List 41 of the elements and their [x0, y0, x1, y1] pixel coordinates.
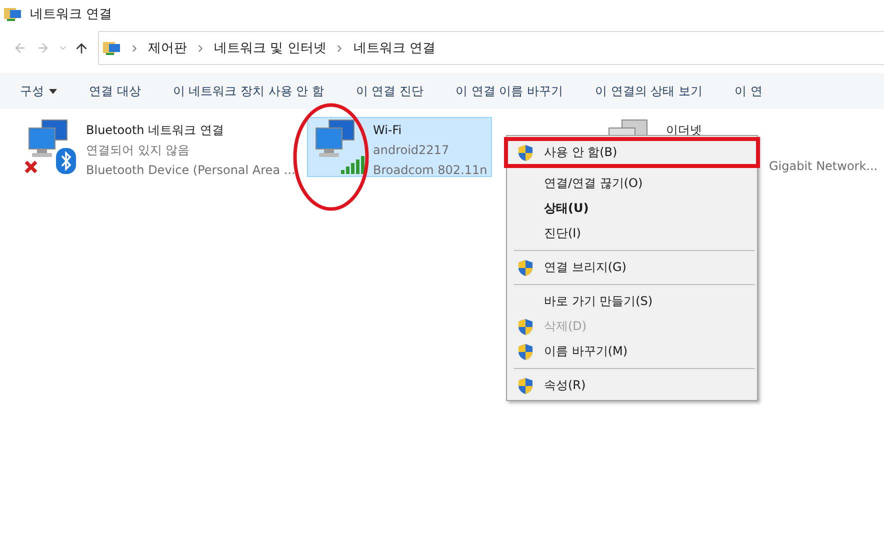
adapter-name: Broadcom 802.11n: [373, 162, 488, 179]
network-folder-icon: [4, 6, 22, 22]
toolbar-button[interactable]: 이 연결의 상태 보기: [595, 73, 708, 109]
menu-item[interactable]: 이름 바꾸기(M): [507, 339, 757, 364]
shield-icon: [517, 258, 534, 276]
connection-name: 이더넷: [666, 122, 703, 139]
menu-item[interactable]: 바로 가기 만들기(S): [507, 289, 757, 314]
menu-item[interactable]: 연결 브리지(G): [507, 255, 757, 280]
signal-bars-icon: [341, 156, 365, 174]
connection-name: Bluetooth 네트워크 연결: [86, 122, 225, 139]
toolbar-button[interactable]: 이 연결 이름 바꾸기: [456, 73, 569, 109]
toolbar-button[interactable]: 이 네트워크 장치 사용 안 함: [172, 73, 330, 109]
toolbar-button[interactable]: 이 연결 진단: [356, 73, 430, 109]
forward-arrow-icon[interactable]: [36, 41, 50, 55]
menu-item[interactable]: 연결/연결 끊기(O): [507, 171, 757, 196]
toolbar-button[interactable]: 이 연: [734, 73, 768, 109]
shield-icon: [517, 376, 534, 394]
address-bar[interactable]: 제어판 네트워크 및 인터넷 네트워크 연결: [98, 31, 884, 65]
menu-item[interactable]: 진단(I): [507, 221, 757, 246]
connection-status: 연결되어 있지 않음: [86, 142, 190, 159]
network-folder-icon: [103, 40, 121, 56]
connection-item[interactable]: Wi-Fi android2217 Broadcom 802.11n: [307, 117, 492, 177]
shield-icon: [517, 342, 534, 360]
shield-icon: [517, 144, 534, 162]
shield-icon: [517, 318, 534, 336]
breadcrumb-item[interactable]: 네트워크 및 인터넷: [214, 39, 326, 57]
adapter-name: Gigabit Network...: [769, 158, 878, 175]
menu-item[interactable]: 속성(R): [507, 373, 757, 398]
menu-item[interactable]: 사용 안 함(B): [507, 140, 757, 165]
menu-item[interactable]: 상태(U): [507, 196, 757, 221]
breadcrumb-item[interactable]: 네트워크 연결: [353, 39, 436, 57]
toolbar-button[interactable]: 연결 대상: [89, 73, 147, 109]
breadcrumb-item[interactable]: 제어판: [148, 39, 187, 57]
toolbar-button[interactable]: 구성: [20, 73, 63, 109]
connection-name: Wi-Fi: [373, 122, 403, 139]
connection-item[interactable]: Bluetooth 네트워크 연결 연결되어 있지 않음 Bluetooth Device (Personal Area ...: [20, 117, 300, 177]
adapter-name: Bluetooth Device (Personal Area ...: [86, 162, 296, 179]
error-x-icon: [24, 160, 38, 174]
bluetooth-icon: [56, 148, 76, 174]
window-title: 네트워크 연결: [30, 6, 112, 23]
connection-status: android2217: [373, 142, 450, 159]
